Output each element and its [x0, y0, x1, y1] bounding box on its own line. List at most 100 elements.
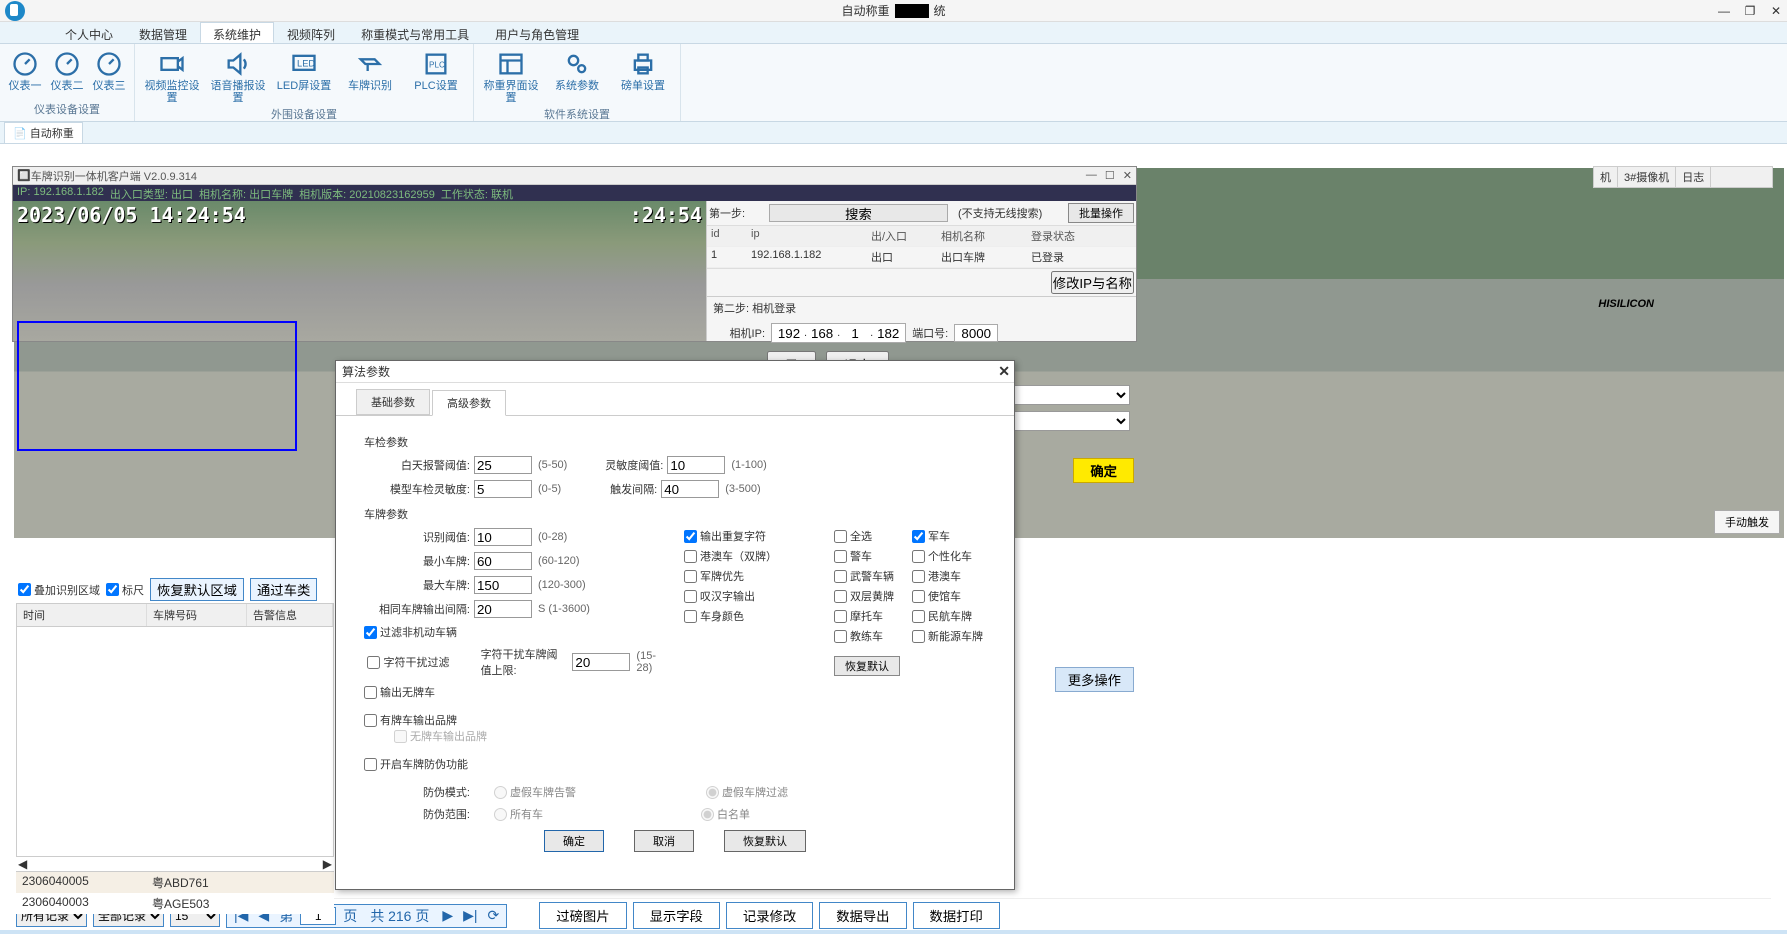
min-plate-input[interactable] — [474, 552, 532, 570]
confirm-button[interactable]: 确定 — [1073, 458, 1134, 483]
step1-row: 第一步: (不支持无线搜索) 批量操作 — [707, 201, 1136, 226]
lpr-close-icon[interactable]: ✕ — [1123, 169, 1132, 182]
moto-checkbox[interactable]: 摩托车 — [834, 608, 900, 624]
title-prefix: 自动称重 — [841, 2, 889, 19]
lpr-max-icon[interactable]: ☐ — [1105, 169, 1115, 182]
tab-advanced-params[interactable]: 高级参数 — [432, 390, 506, 416]
ip-seg-1[interactable] — [774, 324, 804, 342]
ip-row: 相机IP: . . . 端口号: — [707, 319, 1136, 347]
restore-area-button[interactable]: 恢复默认区域 — [150, 578, 244, 601]
ip-seg-4[interactable] — [873, 324, 903, 342]
show-fields-button[interactable]: 显示字段 — [633, 902, 720, 929]
instrument-3-button[interactable]: 仪表三 — [88, 46, 130, 101]
tab-personal[interactable]: 个人中心 — [52, 22, 126, 43]
vehicle-type-button[interactable]: 通过车类 — [250, 578, 317, 601]
next-page-icon[interactable]: ▶ — [439, 907, 456, 924]
voice-broadcast-button[interactable]: 语音播报设置 — [205, 46, 271, 106]
dialog-ok-button[interactable]: 确定 — [544, 830, 604, 852]
tab-data-manage[interactable]: 数据管理 — [126, 22, 200, 43]
wujing-checkbox[interactable]: 武警车辆 — [834, 568, 900, 584]
led-screen-button[interactable]: LEDLED屏设置 — [271, 46, 337, 106]
tab-system-maintain[interactable]: 系统维护 — [200, 22, 274, 43]
maximize-icon[interactable]: ❐ — [1741, 4, 1759, 18]
dialog-reset-button[interactable]: 恢复默认 — [724, 830, 806, 852]
ga-checkbox[interactable]: 港澳车 — [912, 568, 983, 584]
doc-tab-auto-weigh[interactable]: 📄 自动称重 — [4, 122, 83, 143]
double-yellow-checkbox[interactable]: 双层黄牌 — [834, 588, 900, 604]
list-body[interactable] — [16, 627, 334, 857]
army-first-checkbox[interactable]: 军牌优先 — [684, 568, 814, 584]
export-data-button[interactable]: 数据导出 — [819, 902, 906, 929]
ip-seg-3[interactable] — [840, 324, 870, 342]
minimize-icon[interactable]: — — [1715, 4, 1733, 18]
instrument-2-button[interactable]: 仪表二 — [46, 46, 88, 101]
tab-weigh-tools[interactable]: 称重模式与常用工具 — [348, 22, 482, 43]
close-icon[interactable]: ✕ — [1767, 4, 1785, 18]
select-all-checkbox[interactable]: 全选 — [834, 528, 900, 544]
model-sens-input[interactable] — [474, 480, 532, 498]
newenergy-checkbox[interactable]: 新能源车牌 — [912, 628, 983, 644]
plc-button[interactable]: PLCPLC设置 — [403, 46, 469, 106]
coach-checkbox[interactable]: 教练车 — [834, 628, 900, 644]
output-brand-checkbox[interactable]: 有牌车输出品牌 — [364, 712, 664, 728]
char-thresh-input[interactable] — [572, 653, 630, 671]
sensitivity-input[interactable] — [667, 456, 725, 474]
embassy-checkbox[interactable]: 使馆车 — [912, 588, 983, 604]
video-monitor-button[interactable]: 视频监控设置 — [139, 46, 205, 106]
trigger-input[interactable] — [661, 480, 719, 498]
dialog-cancel-button[interactable]: 取消 — [634, 830, 694, 852]
port-input[interactable] — [954, 324, 998, 342]
ruler-checkbox[interactable]: 标尺 — [106, 582, 144, 598]
day-alarm-input[interactable] — [474, 456, 532, 474]
weigh-ui-button[interactable]: 称重界面设置 — [478, 46, 544, 106]
table-row[interactable]: 1 192.168.1.182 出口 出口车牌 已登录 — [707, 247, 1136, 268]
max-plate-input[interactable] — [474, 576, 532, 594]
modify-ip-button[interactable]: 修改IP与名称 — [1051, 271, 1134, 294]
print-data-button[interactable]: 数据打印 — [913, 902, 1000, 929]
weigh-image-button[interactable]: 过磅图片 — [539, 902, 626, 929]
body-color-checkbox[interactable]: 车身颜色 — [684, 608, 814, 624]
ip-input-group: . . . — [771, 323, 906, 343]
record-row[interactable]: 2306040005粤ABD761 — [16, 872, 334, 893]
lpr-min-icon[interactable]: — — [1086, 169, 1097, 182]
dup-interval-input[interactable] — [474, 600, 532, 618]
aviation-checkbox[interactable]: 民航车牌 — [912, 608, 983, 624]
tab-video-array[interactable]: 视频阵列 — [274, 22, 348, 43]
output-noplate-checkbox[interactable]: 输出无牌车 — [364, 684, 664, 700]
army-checkbox[interactable]: 军车 — [912, 528, 983, 544]
scroll-right-icon[interactable]: ▶ — [323, 857, 332, 871]
last-page-icon[interactable]: ▶| — [460, 907, 480, 924]
filter-nonmotor-checkbox[interactable]: 过滤非机动车辆 — [364, 624, 664, 640]
scroll-left-icon[interactable]: ◀ — [18, 857, 27, 871]
ip-seg-2[interactable] — [807, 324, 837, 342]
dup-char-checkbox[interactable]: 输出重复字符 — [684, 528, 814, 544]
trigger-hint: (3-500) — [725, 483, 760, 495]
recog-threshold-input[interactable] — [474, 528, 532, 546]
side-tab-cam3[interactable]: 3#摄像机 — [1618, 167, 1676, 187]
batch-op-button[interactable]: 批量操作 — [1068, 203, 1134, 223]
lpr-video-timestamp: 2023/06/05 14:24:54 — [17, 203, 246, 227]
edit-record-button[interactable]: 记录修改 — [726, 902, 813, 929]
char-disturb-checkbox[interactable]: 字符干扰过滤 — [364, 654, 449, 670]
search-button[interactable] — [769, 204, 948, 222]
plate-recognition-button[interactable]: 车牌识别 — [337, 46, 403, 106]
side-tab-cam[interactable]: 机 — [1594, 167, 1618, 187]
more-ops-button[interactable]: 更多操作 — [1055, 667, 1134, 692]
antifake-checkbox[interactable]: 开启车牌防伪功能 — [364, 756, 664, 772]
tab-user-role[interactable]: 用户与角色管理 — [482, 22, 592, 43]
restore-types-button[interactable]: 恢复默认 — [834, 656, 900, 676]
refresh-icon[interactable]: ⟳ — [485, 907, 503, 924]
system-params-button[interactable]: 系统参数 — [544, 46, 610, 106]
dialog-close-icon[interactable]: ✕ — [998, 363, 1010, 380]
ticket-settings-button[interactable]: 磅单设置 — [610, 46, 676, 106]
manual-trigger-button[interactable]: 手动触发 — [1714, 510, 1780, 534]
hanzi-checkbox[interactable]: 叹汉字输出 — [684, 588, 814, 604]
tab-basic-params[interactable]: 基础参数 — [356, 389, 430, 415]
overlay-recog-checkbox[interactable]: 叠加识别区域 — [18, 582, 100, 598]
instrument-1-button[interactable]: 仪表一 — [4, 46, 46, 101]
side-tab-log[interactable]: 日志 — [1676, 167, 1711, 187]
police-checkbox[interactable]: 警车 — [834, 548, 900, 564]
record-row[interactable]: 2306040003粤AGE503 — [16, 893, 334, 914]
ga-dual-checkbox[interactable]: 港澳车（双牌） — [684, 548, 814, 564]
personal-checkbox[interactable]: 个性化车 — [912, 548, 983, 564]
